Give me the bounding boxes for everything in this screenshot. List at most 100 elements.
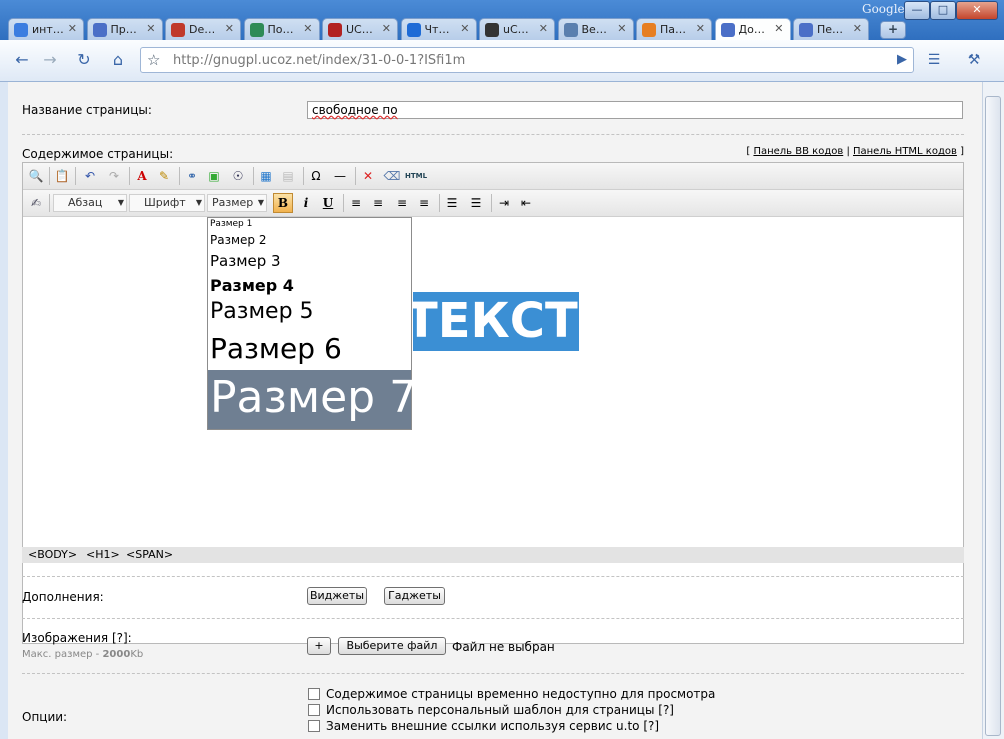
underline-button[interactable]: U	[319, 194, 337, 212]
size-option-7-hover[interactable]: Размер 7	[208, 370, 417, 429]
tab-close-icon[interactable]: ✕	[853, 22, 862, 35]
option-unavailable-label: Содержимое страницы временно недоступно …	[326, 687, 716, 701]
special-char-icon[interactable]: Ω	[307, 167, 325, 185]
redo-icon[interactable]: ↷	[105, 167, 123, 185]
size-option-6[interactable]: Размер 6	[210, 332, 342, 365]
path-body[interactable]: <BODY>	[28, 547, 77, 563]
deviantart-icon	[171, 23, 185, 37]
tab-label: инт…	[32, 23, 64, 36]
unordered-list-icon[interactable]: ☰	[467, 194, 485, 212]
indent-icon[interactable]: ⇥	[495, 194, 513, 212]
edit-mode-icon[interactable]: ✍	[27, 194, 45, 212]
eraser-icon[interactable]: ⌫	[383, 167, 401, 185]
undo-icon[interactable]: ↶	[81, 167, 99, 185]
wrench-icon[interactable]: ⚒	[962, 48, 986, 72]
text-color-icon[interactable]: A	[133, 167, 151, 185]
tab-close-icon[interactable]: ✕	[460, 22, 469, 35]
play-icon[interactable]: ▶	[890, 48, 914, 72]
forward-icon[interactable]: →	[38, 48, 62, 72]
bold-button[interactable]: B	[273, 193, 293, 213]
path-span[interactable]: <SPAN>	[126, 547, 173, 563]
align-left-icon[interactable]: ≡	[347, 194, 365, 212]
tab-label: Па…	[660, 23, 687, 36]
option-template-checkbox[interactable]	[308, 704, 320, 716]
browser-tab[interactable]: Чт… ✕	[400, 18, 477, 40]
add-image-button[interactable]: +	[307, 637, 331, 655]
page-content: Название страницы: свободное по Содержим…	[8, 82, 982, 739]
reload-icon[interactable]: ↻	[72, 48, 96, 72]
browser-tab[interactable]: инт… ✕	[8, 18, 84, 40]
horizontal-rule-icon[interactable]: —	[331, 167, 349, 185]
no-file-text: Файл не выбран	[452, 640, 555, 654]
size-select[interactable]: Размер ▼	[207, 194, 267, 212]
italic-button[interactable]: i	[297, 194, 315, 212]
browser-title-bar: Google — □ ✕ инт… ✕ Пр… ✕ De… ✕ По… ✕ UC… ✕ Чт… ✕ uC…	[0, 0, 1004, 41]
font-select[interactable]: Шрифт ▼	[129, 194, 205, 212]
browser-tab[interactable]: До… ✕	[714, 18, 791, 41]
html-source-icon[interactable]: HTML	[405, 167, 427, 185]
option-uto-label: Заменить внешние ссылки используя сервис…	[326, 719, 660, 733]
tab-close-icon[interactable]: ✕	[617, 22, 626, 35]
path-h1[interactable]: <H1>	[86, 547, 120, 563]
align-center-icon[interactable]: ≡	[369, 194, 387, 212]
browser-tab[interactable]: uC… ✕	[479, 18, 555, 40]
remove-format-icon[interactable]: ✕	[359, 167, 377, 185]
tab-close-icon[interactable]: ✕	[696, 22, 705, 35]
paste-icon[interactable]: 📋	[53, 167, 71, 185]
table-icon[interactable]: ▦	[257, 167, 275, 185]
widgets-button[interactable]: Виджеты	[307, 587, 367, 605]
highlight-icon[interactable]: ✎	[155, 167, 173, 185]
tab-close-icon[interactable]: ✕	[68, 22, 77, 35]
size-option-3[interactable]: Размер 3	[210, 252, 281, 270]
scrollbar-thumb[interactable]	[985, 96, 1001, 736]
editor-content-area[interactable]: ТЕКСТ Размер 1 Размер 2 Размер 3 Размер …	[23, 217, 963, 643]
browser-tab[interactable]: Ве… ✕	[557, 18, 634, 40]
browser-tab[interactable]: Пр… ✕	[86, 18, 163, 40]
size-option-4[interactable]: Размер 4	[210, 276, 294, 295]
bb-panel-link[interactable]: Панель BB кодов	[753, 146, 843, 157]
size-option-5[interactable]: Размер 5	[210, 299, 314, 324]
browser-tab[interactable]: Па… ✕	[636, 18, 712, 40]
table-props-icon[interactable]: ▤	[279, 167, 297, 185]
option-unavailable-checkbox[interactable]	[308, 688, 320, 700]
tab-close-icon[interactable]: ✕	[382, 22, 391, 35]
separator	[22, 134, 964, 135]
page-scrollbar[interactable]	[982, 82, 1004, 739]
address-bar[interactable]: ☆ http://gnugpl.ucoz.net/index/31-0-0-1?…	[140, 47, 914, 73]
max-size-hint: Макс. размер - 2000Kb	[22, 649, 144, 660]
tab-close-icon[interactable]: ✕	[774, 22, 783, 35]
size-option-1[interactable]: Размер 1	[210, 219, 252, 229]
page-title-input[interactable]: свободное по	[307, 101, 963, 119]
tab-close-icon[interactable]: ✕	[146, 22, 155, 35]
page-menu-icon[interactable]: ☰	[922, 48, 946, 72]
paragraph-select[interactable]: Абзац ▼	[53, 194, 127, 212]
align-justify-icon[interactable]: ≡	[415, 194, 433, 212]
tab-close-icon[interactable]: ✕	[539, 22, 548, 35]
size-option-2[interactable]: Размер 2	[210, 233, 266, 247]
option-uto-checkbox[interactable]	[308, 720, 320, 732]
browser-tab[interactable]: Пе… ✕	[793, 18, 869, 40]
browser-tab[interactable]: De… ✕	[165, 18, 241, 40]
content-label: Содержимое страницы:	[22, 147, 174, 161]
addons-label: Дополнения:	[22, 590, 104, 604]
tab-label: uC…	[503, 23, 529, 36]
anchor-icon[interactable]: ☉	[229, 167, 247, 185]
tab-close-icon[interactable]: ✕	[225, 22, 234, 35]
ordered-list-icon[interactable]: ☰	[443, 194, 461, 212]
size-dropdown: Размер 1 Размер 2 Размер 3 Размер 4 Разм…	[207, 217, 417, 430]
home-icon[interactable]: ⌂	[106, 48, 130, 72]
browser-tab[interactable]: По… ✕	[243, 18, 320, 40]
bookmark-star-icon[interactable]: ☆	[147, 51, 160, 69]
new-tab-button[interactable]: +	[880, 21, 906, 39]
align-right-icon[interactable]: ≡	[393, 194, 411, 212]
image-icon[interactable]: ▣	[205, 167, 223, 185]
tab-close-icon[interactable]: ✕	[303, 22, 312, 35]
outdent-icon[interactable]: ⇤	[517, 194, 535, 212]
link-icon[interactable]: ⚭	[183, 167, 201, 185]
html-panel-link[interactable]: Панель HTML кодов	[853, 146, 957, 157]
choose-file-button[interactable]: Выберите файл	[338, 637, 446, 655]
back-icon[interactable]: ←	[10, 48, 34, 72]
browser-tab[interactable]: UC… ✕	[322, 18, 398, 40]
preview-icon[interactable]: 🔍	[27, 167, 45, 185]
gadgets-button[interactable]: Гаджеты	[384, 587, 445, 605]
